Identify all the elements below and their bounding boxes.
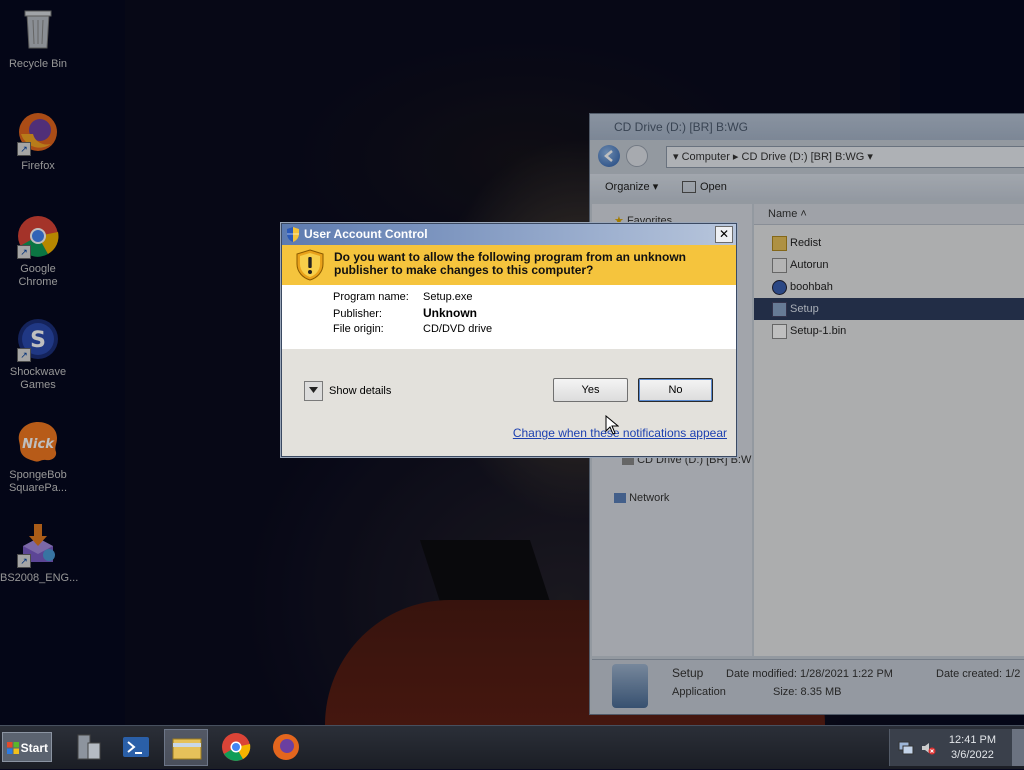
- no-button[interactable]: No: [638, 378, 713, 402]
- volume-muted-icon[interactable]: [920, 740, 936, 756]
- show-details-toggle[interactable]: [304, 381, 323, 401]
- uac-title: User Account Control: [304, 227, 428, 241]
- clock[interactable]: 12:41 PM 3/6/2022: [949, 733, 996, 763]
- taskbar-chrome[interactable]: [214, 729, 258, 766]
- program-name-row: Program name: Setup.exe: [333, 291, 473, 303]
- uac-warning-banner: Do you want to allow the following progr…: [282, 245, 736, 285]
- uac-dialog[interactable]: User Account Control ✕ Do you want to al…: [281, 223, 737, 457]
- publisher-value: Unknown: [423, 306, 477, 320]
- uac-title-bar[interactable]: User Account Control ✕: [282, 224, 736, 245]
- program-name-value: Setup.exe: [423, 291, 473, 303]
- chrome-icon: [222, 733, 251, 761]
- change-notifications-link[interactable]: Change when these notifications appear: [513, 426, 727, 440]
- show-details-label[interactable]: Show details: [329, 385, 391, 397]
- mouse-cursor-icon: [605, 415, 619, 435]
- shield-icon: [287, 227, 299, 242]
- close-icon: ✕: [718, 227, 730, 241]
- taskbar-server-manager[interactable]: [66, 729, 110, 766]
- server-manager-icon: [77, 734, 101, 760]
- file-origin-row: File origin: CD/DVD drive: [333, 323, 493, 335]
- firefox-icon: [273, 734, 299, 760]
- taskbar-powershell[interactable]: [114, 729, 158, 766]
- taskbar-explorer[interactable]: [164, 729, 208, 766]
- uac-program-info: Program name: Setup.exe Publisher: Unknown…: [282, 285, 736, 349]
- start-button[interactable]: Start: [2, 732, 52, 762]
- chevron-down-icon: [309, 387, 318, 393]
- taskbar-firefox[interactable]: [264, 729, 308, 766]
- show-desktop-button[interactable]: [1012, 729, 1024, 766]
- system-tray: 12:41 PM 3/6/2022: [889, 729, 1024, 766]
- powershell-icon: [123, 737, 149, 757]
- file-origin-value: CD/DVD drive: [423, 323, 493, 335]
- clock-time: 12:41 PM: [948, 734, 996, 746]
- network-icon[interactable]: [898, 740, 914, 756]
- clock-date: 3/6/2022: [951, 749, 994, 761]
- close-button[interactable]: ✕: [715, 226, 733, 243]
- yes-button[interactable]: Yes: [553, 378, 628, 402]
- start-label: Start: [20, 741, 48, 755]
- taskbar: Start 12:41 PM 3/6/2022: [0, 725, 1024, 769]
- publisher-row: Publisher: Unknown: [333, 306, 477, 320]
- uac-question: Do you want to allow the following progr…: [334, 250, 686, 277]
- folder-icon: [172, 738, 202, 760]
- windows-flag-icon: [7, 742, 19, 754]
- warning-shield-icon: [296, 249, 324, 281]
